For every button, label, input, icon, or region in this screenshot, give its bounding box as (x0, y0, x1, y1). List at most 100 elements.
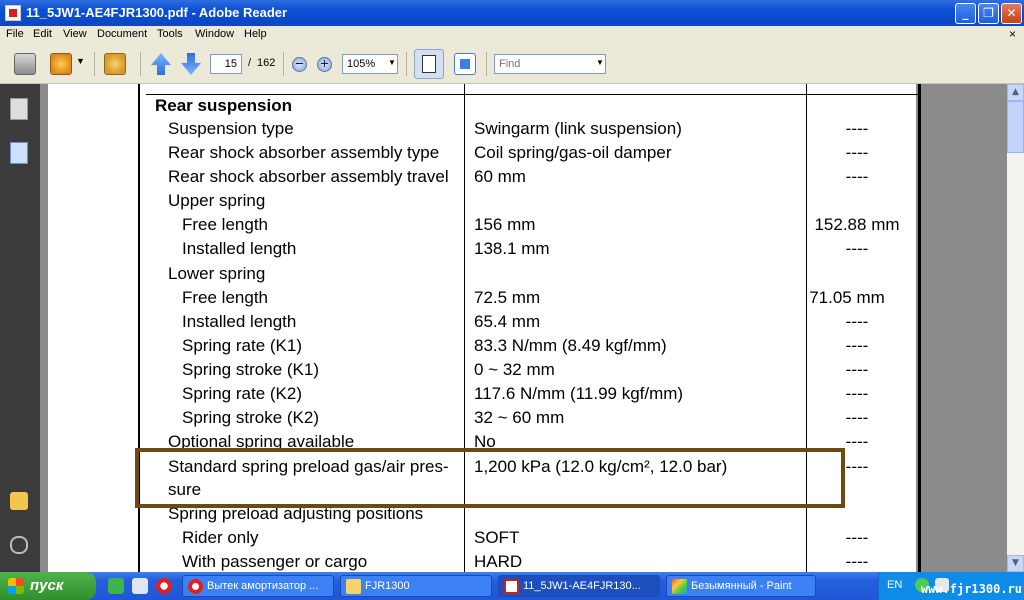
system-tray: EN www.fjr1300.ru (878, 572, 1024, 600)
zoom-dropdown-arrow-icon[interactable]: ▼ (388, 58, 396, 67)
fit-width-icon[interactable] (414, 49, 444, 79)
print-icon[interactable] (14, 53, 36, 75)
row-value: 32 ~ 60 mm (474, 408, 565, 427)
zoom-out-icon[interactable]: − (292, 57, 307, 72)
next-page-icon[interactable] (181, 53, 201, 75)
menu-view[interactable]: View (63, 28, 87, 40)
menu-edit[interactable]: Edit (33, 28, 52, 40)
page-separator: / (248, 57, 252, 69)
row-label: Rear shock absorber assembly type (168, 143, 440, 162)
taskbar-item-browser[interactable]: Вытек амортизатор ... (182, 575, 334, 597)
scrollbar-thumb[interactable] (1007, 101, 1024, 153)
row-label: With passenger or cargo (182, 552, 368, 571)
table-row: Spring stroke (K2) 32 ~ 60 mm ---- (48, 408, 1007, 432)
table-row: Spring rate (K2) 117.6 N/mm (11.99 kgf/m… (48, 384, 1007, 408)
toolbar-separator (94, 52, 95, 76)
row-value: SOFT (474, 528, 520, 547)
row-label: Lower spring (168, 264, 266, 283)
share-icon[interactable] (50, 53, 72, 75)
menu-bar: File Edit View Document Tools Window Hel… (0, 26, 1024, 44)
row-label: Free length (182, 288, 268, 307)
table-row: Free length 156 mm 152.88 mm (48, 215, 1007, 239)
row-label: Spring rate (K2) (182, 384, 302, 403)
share-dropdown-arrow-icon[interactable]: ▼ (76, 56, 85, 66)
row-limit: ---- (845, 239, 869, 258)
attachments-icon[interactable] (10, 142, 28, 164)
previous-page-icon[interactable] (151, 53, 171, 75)
menu-tools[interactable]: Tools (157, 28, 183, 40)
comments-icon[interactable] (10, 492, 28, 510)
row-limit: ---- (845, 143, 869, 162)
find-input[interactable] (494, 54, 606, 74)
table-row: Rear shock absorber assembly type Coil s… (48, 143, 1007, 167)
maximize-button[interactable]: ❐ (978, 3, 999, 24)
row-limit: ---- (845, 552, 869, 571)
row-value: 65.4 mm (474, 312, 541, 331)
paint-icon (672, 579, 687, 594)
scroll-up-icon[interactable]: ▲ (1007, 84, 1024, 101)
toolbar-separator (406, 52, 407, 76)
row-label: Suspension type (168, 119, 294, 138)
taskbar-item-folder[interactable]: FJR1300 (340, 575, 492, 597)
table-row: Rear shock absorber assembly travel 60 m… (48, 167, 1007, 191)
document-close-icon[interactable]: × (1009, 27, 1016, 41)
menu-file[interactable]: File (6, 28, 24, 40)
row-label: Installed length (182, 239, 297, 258)
find-dropdown-arrow-icon[interactable]: ▼ (596, 58, 604, 67)
pdf-page: Rear suspension Suspension type Swingarm… (48, 84, 921, 572)
taskbar-item-adobe-reader[interactable]: 11_5JW1-AE4FJR130... (498, 575, 660, 597)
pdf-app-icon (5, 5, 21, 21)
fit-page-icon[interactable] (454, 53, 476, 75)
section-title: Rear suspension (155, 96, 292, 115)
toolbar-separator (486, 52, 487, 76)
menu-document[interactable]: Document (97, 28, 147, 40)
pages-icon[interactable] (10, 98, 28, 120)
page-total: 162 (257, 57, 276, 69)
taskbar-item-paint[interactable]: Безымянный - Paint (666, 575, 816, 597)
table-row: Free length 72.5 mm 71.05 mm (48, 288, 1007, 312)
row-limit: ---- (845, 312, 869, 331)
row-limit: 152.88 mm (814, 215, 900, 234)
table-top-border (146, 94, 918, 95)
zoom-in-icon[interactable]: + (317, 57, 332, 72)
row-value: HARD (474, 552, 523, 571)
close-button[interactable]: ✕ (1001, 3, 1022, 24)
table-row: Spring rate (K1) 83.3 N/mm (8.49 kgf/mm)… (48, 336, 1007, 360)
row-label: Spring stroke (K2) (182, 408, 319, 427)
table-row: Upper spring (48, 191, 1007, 215)
document-view[interactable]: Rear suspension Suspension type Swingarm… (40, 84, 1007, 572)
table-row: Rider only SOFT ---- (48, 528, 1007, 552)
navigation-panel (0, 84, 40, 572)
menu-window[interactable]: Window (195, 28, 234, 40)
row-label: Spring rate (K1) (182, 336, 302, 355)
start-button[interactable]: пуск (0, 572, 96, 600)
row-value: 60 mm (474, 167, 526, 186)
row-label: Rear shock absorber assembly travel (168, 167, 449, 186)
windows-logo-icon (8, 578, 24, 594)
page-number-input[interactable]: 15 (210, 54, 242, 74)
language-indicator[interactable]: EN (887, 579, 902, 591)
table-row: Suspension type Swingarm (link suspensio… (48, 119, 1007, 143)
quicklaunch-desktop-icon[interactable] (132, 578, 148, 594)
window-title: 11_5JW1-AE4FJR1300.pdf - Adobe Reader (26, 5, 288, 20)
row-label: Rider only (182, 528, 259, 547)
quicklaunch-torrent-icon[interactable] (108, 578, 124, 594)
quicklaunch-opera-icon[interactable] (156, 578, 172, 594)
minimize-button[interactable]: _ (955, 3, 976, 24)
table-row: Lower spring (48, 264, 1007, 288)
highlight-box (135, 448, 845, 508)
menu-help[interactable]: Help (244, 28, 267, 40)
paperclip-icon[interactable] (10, 536, 28, 554)
scroll-down-icon[interactable]: ▼ (1007, 555, 1024, 572)
row-value: 156 mm (474, 215, 536, 234)
row-label: Spring stroke (K1) (182, 360, 319, 379)
table-row: Installed length 138.1 mm ---- (48, 239, 1007, 263)
vertical-scrollbar[interactable]: ▲ ▼ (1007, 84, 1024, 572)
folder-icon (346, 579, 361, 594)
taskbar-item-label: 11_5JW1-AE4FJR130... (523, 580, 641, 592)
toolbar: ▼ 15 / 162 − + 105% ▼ ▼ (0, 44, 1024, 84)
row-limit: ---- (845, 384, 869, 403)
row-limit: ---- (845, 408, 869, 427)
settings-icon[interactable] (104, 53, 126, 75)
row-limit: ---- (845, 167, 869, 186)
